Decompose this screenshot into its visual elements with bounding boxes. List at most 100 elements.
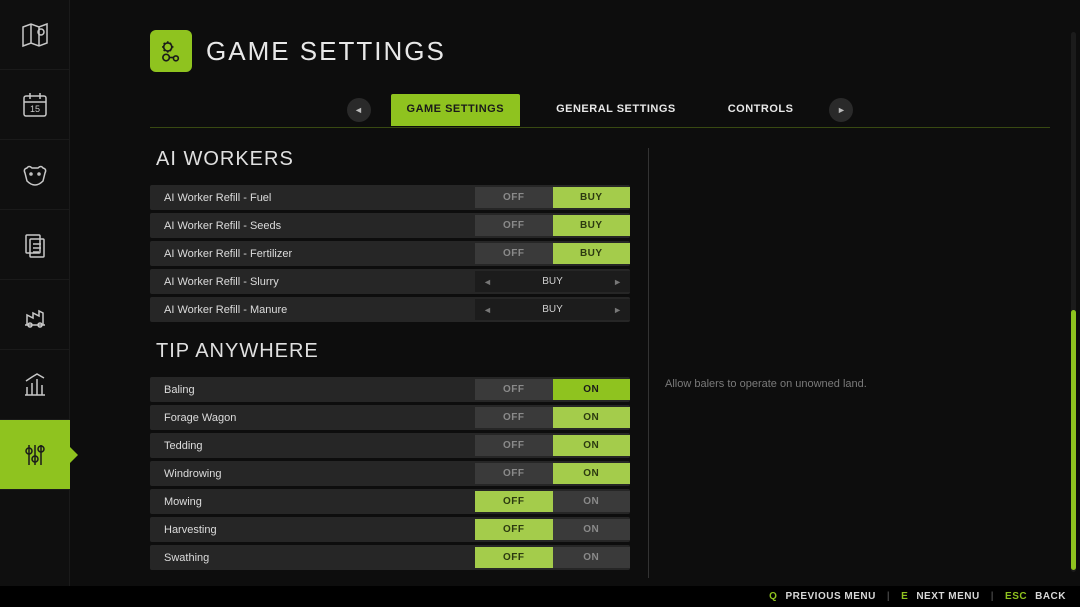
section-title-ai-workers: AI WORKERS	[156, 148, 630, 171]
setting-row: AI Worker Refill - Manure ◄ BUY ►	[150, 297, 630, 322]
setting-row: HarvestingOFFON	[150, 517, 630, 542]
toggle-option-left[interactable]: OFF	[475, 407, 553, 428]
toggle-option-right[interactable]: ON	[553, 407, 631, 428]
tab-controls[interactable]: CONTROLS	[712, 94, 810, 126]
toggle-option-left[interactable]: OFF	[475, 379, 553, 400]
footer-label-next[interactable]: NEXT MENU	[916, 591, 979, 602]
toggle[interactable]: OFFBUY	[475, 243, 630, 264]
toggle[interactable]: OFFON	[475, 435, 630, 456]
selector[interactable]: ◄ BUY ►	[475, 299, 630, 320]
sidebar-item-calendar[interactable]: 15	[0, 70, 70, 140]
tab-prev-button[interactable]: ◄	[347, 98, 371, 122]
toggle[interactable]: OFFBUY	[475, 215, 630, 236]
setting-label: AI Worker Refill - Slurry	[164, 276, 475, 288]
toggle-option-left[interactable]: OFF	[475, 187, 553, 208]
selector-prev-icon[interactable]: ◄	[483, 305, 492, 315]
selector-next-icon[interactable]: ►	[613, 277, 622, 287]
footer-label-back[interactable]: BACK	[1035, 591, 1066, 602]
setting-label: Tedding	[164, 440, 475, 452]
toggle-option-right[interactable]: ON	[553, 463, 631, 484]
toggle[interactable]: OFFBUY	[475, 187, 630, 208]
toggle-option-right[interactable]: ON	[553, 491, 631, 512]
setting-row: BalingOFFON	[150, 377, 630, 402]
settings-sliders-icon	[19, 439, 51, 471]
toggle-option-left[interactable]: OFF	[475, 547, 553, 568]
toggle-option-left[interactable]: OFF	[475, 243, 553, 264]
scrollbar-thumb[interactable]	[1071, 310, 1076, 570]
toggle-option-left[interactable]: OFF	[475, 491, 553, 512]
sidebar-item-stats[interactable]	[0, 350, 70, 420]
settings-column: AI WORKERS AI Worker Refill - FuelOFFBUY…	[150, 148, 630, 578]
setting-label: AI Worker Refill - Manure	[164, 304, 475, 316]
toggle-option-right[interactable]: ON	[553, 379, 631, 400]
setting-label: AI Worker Refill - Fuel	[164, 192, 475, 204]
selector[interactable]: ◄ BUY ►	[475, 271, 630, 292]
selector-next-icon[interactable]: ►	[613, 305, 622, 315]
selector-value: BUY	[542, 304, 563, 315]
calendar-icon: 15	[19, 89, 51, 121]
page-header: GAME SETTINGS	[150, 30, 1050, 72]
sidebar-item-production[interactable]	[0, 280, 70, 350]
map-icon	[19, 19, 51, 51]
setting-row: MowingOFFON	[150, 489, 630, 514]
toggle[interactable]: OFFON	[475, 463, 630, 484]
toggle-option-right[interactable]: ON	[553, 435, 631, 456]
setting-label: AI Worker Refill - Seeds	[164, 220, 475, 232]
toggle-option-left[interactable]: OFF	[475, 463, 553, 484]
tab-game-settings[interactable]: GAME SETTINGS	[391, 94, 521, 126]
toggle-option-right[interactable]: ON	[553, 547, 631, 568]
page-title: GAME SETTINGS	[206, 36, 446, 67]
footer-sep: |	[887, 591, 890, 602]
setting-row: AI Worker Refill - Slurry ◄ BUY ►	[150, 269, 630, 294]
sidebar-item-settings[interactable]	[0, 420, 70, 490]
footer-key-q: Q	[769, 591, 777, 602]
factory-icon	[19, 299, 51, 331]
toggle[interactable]: OFFON	[475, 547, 630, 568]
toggle-option-right[interactable]: ON	[553, 519, 631, 540]
tab-next-button[interactable]: ►	[829, 98, 853, 122]
setting-row: Forage WagonOFFON	[150, 405, 630, 430]
gear-tractor-icon	[158, 38, 184, 64]
setting-label: Windrowing	[164, 468, 475, 480]
toggle-option-right[interactable]: BUY	[553, 215, 631, 236]
footer: Q PREVIOUS MENU | E NEXT MENU | ESC BACK	[0, 586, 1080, 607]
setting-label: Baling	[164, 384, 475, 396]
info-text: Allow balers to operate on unowned land.	[665, 378, 867, 390]
toggle-option-left[interactable]: OFF	[475, 215, 553, 236]
info-panel: Allow balers to operate on unowned land.	[648, 148, 1050, 578]
footer-label-prev[interactable]: PREVIOUS MENU	[785, 591, 875, 602]
footer-key-esc: ESC	[1005, 591, 1027, 602]
toggle-option-left[interactable]: OFF	[475, 519, 553, 540]
toggle-option-right[interactable]: BUY	[553, 243, 631, 264]
toggle-option-right[interactable]: BUY	[553, 187, 631, 208]
cow-icon	[19, 159, 51, 191]
svg-text:15: 15	[30, 104, 40, 114]
selector-prev-icon[interactable]: ◄	[483, 277, 492, 287]
setting-label: AI Worker Refill - Fertilizer	[164, 248, 475, 260]
setting-row: AI Worker Refill - FertilizerOFFBUY	[150, 241, 630, 266]
toggle[interactable]: OFFON	[475, 407, 630, 428]
setting-row: TeddingOFFON	[150, 433, 630, 458]
section-title-tip-anywhere: TIP ANYWHERE	[156, 340, 630, 363]
tab-general-settings[interactable]: GENERAL SETTINGS	[540, 94, 692, 126]
tabs-underline	[150, 127, 1050, 128]
sidebar-item-map[interactable]	[0, 0, 70, 70]
setting-row: WindrowingOFFON	[150, 461, 630, 486]
toggle-option-left[interactable]: OFF	[475, 435, 553, 456]
selector-value: BUY	[542, 276, 563, 287]
toggle[interactable]: OFFON	[475, 379, 630, 400]
setting-row: SwathingOFFON	[150, 545, 630, 570]
documents-icon	[19, 229, 51, 261]
sidebar-item-contracts[interactable]	[0, 210, 70, 280]
toggle[interactable]: OFFON	[475, 519, 630, 540]
setting-label: Swathing	[164, 552, 475, 564]
setting-label: Harvesting	[164, 524, 475, 536]
header-icon-badge	[150, 30, 192, 72]
toggle[interactable]: OFFON	[475, 491, 630, 512]
content-area: AI WORKERS AI Worker Refill - FuelOFFBUY…	[150, 148, 1050, 578]
footer-sep: |	[991, 591, 994, 602]
main-panel: GAME SETTINGS ◄ GAME SETTINGS GENERAL SE…	[70, 0, 1080, 586]
setting-label: Forage Wagon	[164, 412, 475, 424]
chart-icon	[19, 369, 51, 401]
sidebar-item-animals[interactable]	[0, 140, 70, 210]
